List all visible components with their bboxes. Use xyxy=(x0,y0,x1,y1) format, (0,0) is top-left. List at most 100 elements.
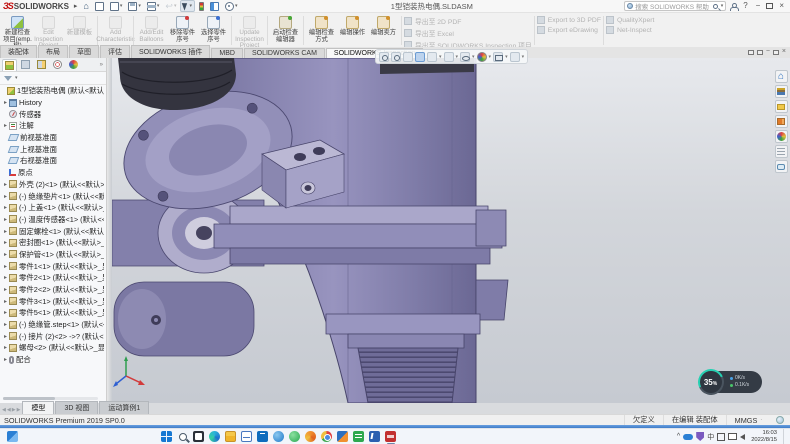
view-orientation-caret-icon[interactable]: ▾ xyxy=(439,54,442,60)
expand-arrow-icon[interactable]: ▸ xyxy=(2,274,9,281)
tree-row[interactable]: ▸螺母<2> (默认<<默认>_显示状态 xyxy=(0,342,104,354)
custom-properties-tab[interactable] xyxy=(775,145,788,158)
tree-row[interactable]: 前视基准面 xyxy=(0,132,104,144)
zoom-area-icon[interactable] xyxy=(391,52,401,62)
tree-row[interactable]: ▸固定螺栓<1> (默认<<默认>_显示状 xyxy=(0,225,104,237)
tab-solidworks-cam[interactable]: SOLIDWORKS CAM xyxy=(244,48,325,58)
doc-restore-button[interactable] xyxy=(773,50,779,55)
tab-草图[interactable]: 草图 xyxy=(69,45,99,58)
print-caret-icon[interactable]: ▾ xyxy=(157,3,160,9)
view-palette-tab[interactable] xyxy=(775,115,788,128)
app-green-taskbar-button[interactable] xyxy=(287,429,303,444)
start-taskbar-button[interactable] xyxy=(159,429,175,444)
open-document-caret-icon[interactable]: ▾ xyxy=(120,3,123,9)
file-explorer-taskbar-button[interactable] xyxy=(223,429,239,444)
volume-icon[interactable] xyxy=(740,434,745,440)
undo-caret-icon[interactable]: ▾ xyxy=(174,3,177,9)
bottom-tab-2[interactable]: 运动算例1 xyxy=(99,401,149,414)
graphics-viewport[interactable]: ▾▾▾▾▾▾ ⌂ 0K/s 0.1K/s 35% xyxy=(112,58,790,403)
options-table-button[interactable] xyxy=(208,1,221,12)
word-taskbar-button[interactable] xyxy=(367,429,383,444)
units-caret-icon[interactable]: · xyxy=(760,417,762,423)
tree-row[interactable]: ▸保护管<1> (默认<<默认>_显示状态 xyxy=(0,249,104,261)
filter-funnel-icon[interactable] xyxy=(4,76,12,81)
chrome-taskbar-button[interactable] xyxy=(319,429,335,444)
undo-button[interactable]: ↩▾ xyxy=(163,1,178,12)
doc-minimize-button[interactable]: − xyxy=(766,48,770,56)
expand-arrow-icon[interactable]: ▸ xyxy=(2,239,9,246)
ime-language-indicator[interactable]: 中 xyxy=(707,432,714,442)
select-caret-icon[interactable]: ▾ xyxy=(189,3,192,9)
save-button[interactable]: ▾ xyxy=(126,1,143,12)
tree-row[interactable]: ▸(-) 上盖<1> (默认<<默认>_显示状 xyxy=(0,202,104,214)
tree-row[interactable]: ▸(-) 接片 (2)<2> ->? (默认<<默认> xyxy=(0,330,104,342)
featuremanager-tab[interactable] xyxy=(2,59,17,71)
tree-row[interactable]: ▸配合 xyxy=(0,354,104,366)
search-taskbar-button[interactable] xyxy=(175,429,191,444)
remove-balloons-button[interactable]: 移除零件序号 xyxy=(167,14,198,47)
design-library-tab[interactable] xyxy=(775,85,788,98)
tab-装配体[interactable]: 装配体 xyxy=(0,45,37,58)
panel-tabs-overflow-icon[interactable]: » xyxy=(100,62,106,68)
expand-arrow-icon[interactable]: ▸ xyxy=(2,309,9,316)
mail-taskbar-button[interactable] xyxy=(239,429,255,444)
panel-horizontal-scrollbar[interactable] xyxy=(3,397,98,400)
tree-row[interactable]: ▸零件2<2> (默认<<默认>_显示状态 xyxy=(0,284,104,296)
doc-window-icon2[interactable] xyxy=(757,50,763,55)
apply-scene-caret-icon[interactable]: ▾ xyxy=(505,54,508,60)
edit-vendors-button[interactable]: 编辑卖方 xyxy=(368,14,399,47)
expand-arrow-icon[interactable]: ▸ xyxy=(2,204,9,211)
expand-arrow-icon[interactable]: ▸ xyxy=(2,263,9,270)
minimize-button[interactable]: − xyxy=(754,1,763,11)
tree-row[interactable]: ▸(-) 绝缘管.step<1> (默认<<默认> xyxy=(0,319,104,331)
save-caret-icon[interactable]: ▾ xyxy=(138,3,141,9)
edit-operations-button[interactable]: 编辑操作 xyxy=(337,14,368,47)
appearances-scenes-tab[interactable] xyxy=(775,130,788,143)
login-user-icon[interactable] xyxy=(730,3,737,10)
search-icon[interactable] xyxy=(713,4,718,9)
store-taskbar-button[interactable] xyxy=(255,429,271,444)
model-canvas[interactable] xyxy=(112,58,790,403)
tree-row[interactable]: 原点 xyxy=(0,167,104,179)
filter-caret-icon[interactable]: ▾ xyxy=(15,75,18,81)
section-view-icon[interactable] xyxy=(415,52,425,62)
help-button[interactable]: ? xyxy=(741,1,749,11)
edit-appearance-icon[interactable] xyxy=(477,52,487,62)
tree-row[interactable]: ▸零件3<1> (默认<<默认>_显示状态 xyxy=(0,295,104,307)
wps-taskbar-button[interactable] xyxy=(351,429,367,444)
display-style-caret-icon[interactable]: ▾ xyxy=(456,54,459,60)
expand-arrow-icon[interactable]: ▸ xyxy=(2,286,9,293)
select-button[interactable]: ▾ xyxy=(180,0,195,12)
settings-caret-icon[interactable]: ▾ xyxy=(235,3,238,9)
expand-arrow-icon[interactable]: ▸ xyxy=(2,344,9,351)
display-style-icon[interactable] xyxy=(444,52,454,62)
doc-close-button[interactable]: × xyxy=(782,48,786,56)
tab-nav-last-icon[interactable]: ▶ xyxy=(17,407,21,413)
open-document-button[interactable]: ▾ xyxy=(108,1,125,12)
tree-row[interactable]: ▸密封圈<1> (默认<<默认>_显示状态 xyxy=(0,237,104,249)
view-orientation-icon[interactable] xyxy=(427,52,437,62)
previous-view-icon[interactable] xyxy=(403,52,413,62)
bottom-tab-0[interactable]: 模型 xyxy=(22,401,54,414)
home-button[interactable]: ⌂ xyxy=(81,1,90,12)
expand-arrow-icon[interactable]: ▸ xyxy=(2,216,9,223)
caj-viewer-taskbar-button[interactable] xyxy=(335,429,351,444)
tree-row[interactable]: ▸(-) 绝缘垫片<1> (默认<<默认>_显 xyxy=(0,190,104,202)
security-shield-icon[interactable] xyxy=(696,432,704,441)
apply-scene-icon[interactable] xyxy=(493,52,503,62)
dimxpertmanager-tab[interactable] xyxy=(50,59,65,71)
expand-arrow-icon[interactable]: ▸ xyxy=(2,321,9,328)
tab-布局[interactable]: 布局 xyxy=(38,45,68,58)
tree-row[interactable]: ▸零件2<1> (默认<<默认>_显示状态 xyxy=(0,272,104,284)
search-caret-icon[interactable]: ▾ xyxy=(721,3,724,9)
tree-row[interactable]: ▸零件1<1> (默认<<默认>_显示状态 xyxy=(0,260,104,272)
show-desktop-button[interactable] xyxy=(783,429,786,444)
tray-chevron-up-icon[interactable]: ^ xyxy=(677,433,680,440)
solidworks-resources-tab[interactable]: ⌂ xyxy=(775,70,788,83)
restore-button[interactable] xyxy=(766,3,773,9)
pick-balloons-button[interactable]: 选择零件序号 xyxy=(198,14,229,47)
task-view-taskbar-button[interactable] xyxy=(191,429,207,444)
edit-inspection-methods-button[interactable]: 编辑检查方式 xyxy=(306,14,337,47)
tree-filter-bar[interactable]: ▾ xyxy=(0,72,106,85)
hide-show-items-caret-icon[interactable]: ▾ xyxy=(472,54,475,60)
